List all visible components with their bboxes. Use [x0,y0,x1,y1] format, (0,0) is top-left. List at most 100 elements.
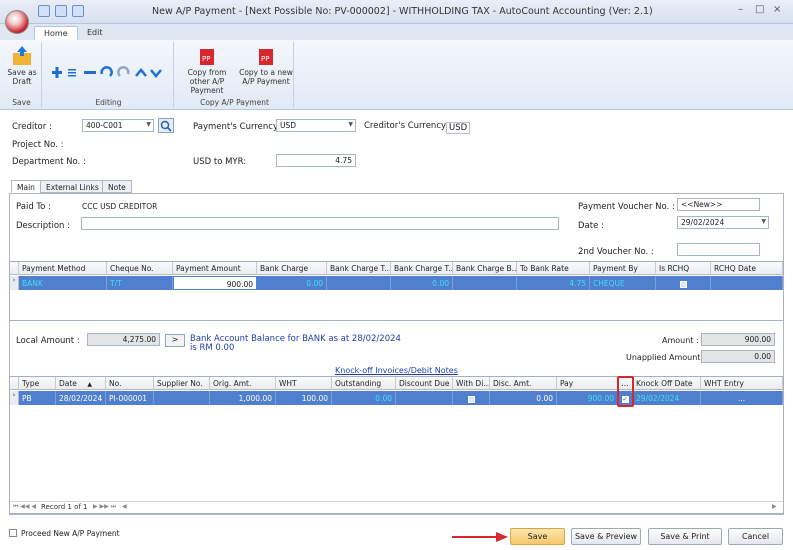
tab-edit[interactable]: Edit [78,26,112,41]
close-button[interactable]: × [773,4,781,15]
col-bank-charge-b[interactable]: Bank Charge B... [453,262,517,275]
payment-row[interactable]: › BANK T/T 900.00 0.00 0.00 4.75 CHEQUE [10,276,783,290]
unapplied-value: 0.00 [701,350,775,363]
pv-no-input[interactable]: <<New>> [677,198,760,211]
col-date-label: Date [59,379,77,388]
cell-pay[interactable]: 900.00 [557,391,618,405]
paid-to-value[interactable]: CCC USD CREDITOR [82,202,157,211]
col-knock-off-date[interactable]: Knock Off Date [633,377,701,390]
cell-wht[interactable]: 100.00 [276,391,332,405]
redo-icon [117,66,130,77]
pp-copy-to-icon: PP [259,49,273,65]
chevron-down-icon[interactable]: ▼ [761,218,766,225]
creditor-input[interactable]: 400-C001 ▼ [82,119,154,132]
chevron-down-icon[interactable]: ▼ [348,121,353,128]
cell-payment-by[interactable]: CHEQUE [590,276,656,290]
red-arrow-icon [452,532,508,542]
save-button[interactable]: Save [510,528,565,545]
col-date[interactable]: Date ▲ [56,377,106,390]
cell-bank-charge-b[interactable] [453,276,517,290]
col-is-rchq[interactable]: Is RCHQ [656,262,711,275]
col-discount-due[interactable]: Discount Due [396,377,453,390]
scroll-left-icon[interactable]: ◀ [122,503,127,510]
payment-currency-select[interactable]: USD ▼ [276,119,356,132]
cell-bank-charge-t1[interactable] [327,276,391,290]
col-payment-amount[interactable]: Payment Amount [173,262,257,275]
knockoff-row[interactable]: › PB 28/02/2024 PI-000001 1,000.00 100.0… [10,391,783,405]
editing-group: Editing [44,42,174,108]
tab-main[interactable]: Main [11,180,41,193]
col-pay[interactable]: Pay [557,377,618,390]
move-up-icon [135,68,147,77]
cancel-button[interactable]: Cancel [728,528,783,545]
knockoff-grid: Type Date ▲ No. Supplier No. Orig. Amt. … [9,376,784,514]
maximize-button[interactable]: □ [755,4,764,15]
cell-orig-amt[interactable]: 1,000.00 [210,391,276,405]
col-disc-amt[interactable]: Disc. Amt. [490,377,557,390]
cell-bank-charge-t2[interactable]: 0.00 [391,276,453,290]
save-icon[interactable] [38,5,50,17]
col-wht[interactable]: WHT [276,377,332,390]
nav-next-last-icons[interactable]: ▶ ▶▶ ⏭ [93,503,116,511]
col-cheque-no[interactable]: Cheque No. [107,262,173,275]
cell-is-rchq[interactable] [656,276,711,290]
cell-outstanding[interactable]: 0.00 [332,391,396,405]
cell-payment-amount[interactable]: 900.00 [173,276,257,290]
tab-home[interactable]: Home [34,26,78,41]
with-discount-checkbox[interactable] [467,395,475,403]
cell-type[interactable]: PB [19,391,56,405]
chevron-down-icon[interactable]: ▼ [146,121,151,128]
cell-discount-due[interactable] [396,391,453,405]
cell-bank-charge[interactable]: 0.00 [257,276,327,290]
print-icon[interactable] [55,5,67,17]
balance-arrow-button[interactable]: > [165,334,185,347]
col-bank-charge-t2[interactable]: Bank Charge T... [391,262,453,275]
tab-note[interactable]: Note [102,180,132,193]
col-outstanding[interactable]: Outstanding [332,377,396,390]
cell-rchq-date[interactable] [711,276,783,290]
col-wht-entry[interactable]: WHT Entry [701,377,783,390]
save-as-draft-button[interactable]: Save as Draft [4,46,40,86]
save-preview-button[interactable]: Save & Preview [571,528,641,545]
rate-input[interactable]: 4.75 [276,154,356,167]
col-orig-amt[interactable]: Orig. Amt. [210,377,276,390]
description-input[interactable] [81,217,559,230]
col-bank-charge-t1[interactable]: Bank Charge T... [327,262,391,275]
cell-supplier-no[interactable] [154,391,210,405]
minimize-button[interactable]: – [738,4,743,15]
col-payment-by[interactable]: Payment By [590,262,656,275]
creditor-lookup-button[interactable] [158,118,174,133]
cell-knock-off-date[interactable]: 29/02/2024 [633,391,701,405]
copy-to-button[interactable]: PP Copy to a new A/P Payment [238,46,294,86]
scroll-right-icon[interactable]: ▶ [772,503,777,510]
is-rchq-checkbox[interactable] [679,280,687,288]
col-rchq-date[interactable]: RCHQ Date [711,262,783,275]
copy-from-button[interactable]: PP Copy from other A/P Payment [178,46,236,95]
app-menu-button[interactable] [5,10,29,34]
editing-toolbar-icons [52,66,162,78]
cell-date[interactable]: 28/02/2024 [56,391,106,405]
cell-to-bank-rate[interactable]: 4.75 [517,276,590,290]
preview-icon[interactable] [72,5,84,17]
save-print-button[interactable]: Save & Print [648,528,722,545]
col-with-discount[interactable]: With Di... [453,377,490,390]
knockoff-title[interactable]: Knock-off Invoices/Debit Notes [335,366,458,375]
cell-cheque-no[interactable]: T/T [107,276,173,290]
col-bank-charge[interactable]: Bank Charge [257,262,327,275]
voucher2-input[interactable] [677,243,760,256]
col-no[interactable]: No. [106,377,154,390]
col-type[interactable]: Type [19,377,56,390]
cell-payment-method[interactable]: BANK [19,276,107,290]
tab-external-links[interactable]: External Links [40,180,105,193]
proceed-checkbox[interactable] [9,529,17,537]
cell-wht-entry[interactable]: ... [701,391,783,405]
col-to-bank-rate[interactable]: To Bank Rate [517,262,590,275]
nav-first-prev-icons[interactable]: ⏮ ◀◀ ◀ [13,503,36,511]
cell-no[interactable]: PI-000001 [106,391,154,405]
local-amount-label: Local Amount : [16,336,80,346]
cell-disc-amt[interactable]: 0.00 [490,391,557,405]
cell-with-discount[interactable] [453,391,490,405]
col-payment-method[interactable]: Payment Method [19,262,107,275]
col-supplier-no[interactable]: Supplier No. [154,377,210,390]
date-input[interactable]: 29/02/2024 ▼ [677,216,769,229]
